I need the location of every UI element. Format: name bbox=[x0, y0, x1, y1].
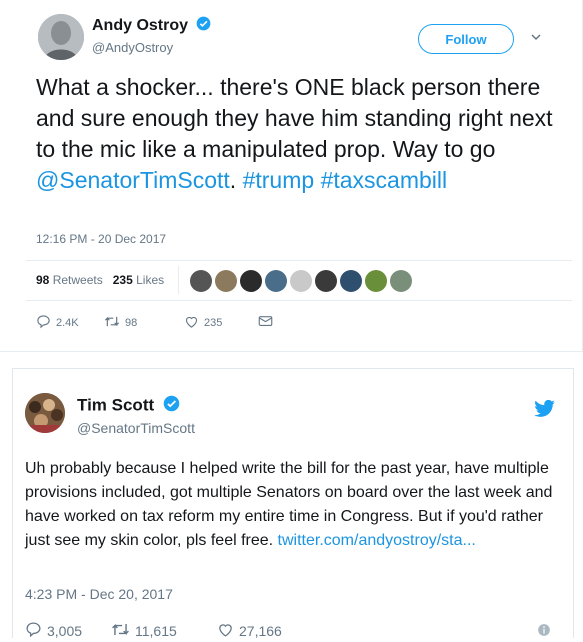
tweet-timestamp[interactable]: 4:23 PM - Dec 20, 2017 bbox=[25, 586, 173, 602]
tweet-text: Uh probably because I helped write the b… bbox=[25, 460, 553, 549]
like-button[interactable]: 235 bbox=[184, 314, 222, 332]
envelope-icon bbox=[258, 314, 273, 331]
reply-button[interactable]: 2.4K bbox=[36, 314, 79, 332]
hashtag-link-taxscambill[interactable]: #taxscambill bbox=[321, 167, 448, 193]
direct-message-button[interactable] bbox=[258, 314, 273, 331]
avatar[interactable] bbox=[25, 393, 65, 433]
chevron-down-icon[interactable] bbox=[530, 30, 542, 46]
author-name[interactable]: Andy Ostroy bbox=[92, 16, 211, 36]
avatar[interactable] bbox=[240, 270, 262, 292]
author-name-text[interactable]: Tim Scott bbox=[77, 395, 154, 414]
author-name-text[interactable]: Andy Ostroy bbox=[92, 17, 188, 34]
likes-stat[interactable]: 235 Likes bbox=[113, 273, 164, 287]
avatar[interactable] bbox=[390, 270, 412, 292]
tweet-text: What a shocker... there's ONE black pers… bbox=[36, 74, 553, 193]
divider bbox=[26, 300, 572, 301]
tweet-card-andy-ostroy: Andy Ostroy @AndyOstroy Follow What a sh… bbox=[0, 0, 583, 352]
tweet-stats: 98 Retweets 235 Likes bbox=[36, 273, 164, 287]
tweet-link[interactable]: twitter.com/andyostroy/sta... bbox=[278, 532, 476, 549]
retweet-icon bbox=[104, 314, 120, 332]
verified-icon bbox=[163, 395, 180, 417]
heart-icon bbox=[184, 314, 199, 332]
avatar[interactable] bbox=[38, 14, 84, 60]
avatar[interactable] bbox=[340, 270, 362, 292]
reply-button[interactable]: 3,005 bbox=[25, 621, 82, 641]
separator bbox=[0, 352, 583, 368]
retweets-stat[interactable]: 98 Retweets bbox=[36, 273, 103, 287]
avatar[interactable] bbox=[290, 270, 312, 292]
retweet-icon bbox=[111, 621, 130, 641]
avatar[interactable] bbox=[315, 270, 337, 292]
like-button[interactable]: 27,166 bbox=[217, 621, 282, 641]
divider bbox=[26, 260, 572, 261]
twitter-bird-icon[interactable] bbox=[534, 399, 556, 423]
reply-icon bbox=[36, 314, 51, 332]
author-name[interactable]: Tim Scott bbox=[77, 395, 180, 417]
reply-icon bbox=[25, 621, 42, 641]
avatar[interactable] bbox=[265, 270, 287, 292]
follow-button[interactable]: Follow bbox=[418, 24, 514, 54]
tweet-timestamp[interactable]: 12:16 PM - 20 Dec 2017 bbox=[36, 232, 166, 246]
avatar[interactable] bbox=[215, 270, 237, 292]
mention-link[interactable]: @SenatorTimScott bbox=[36, 167, 230, 193]
info-icon[interactable] bbox=[537, 623, 551, 642]
author-handle[interactable]: @AndyOstroy bbox=[92, 40, 173, 55]
verified-icon bbox=[196, 16, 211, 36]
retweet-button[interactable]: 98 bbox=[104, 314, 137, 332]
divider bbox=[178, 266, 179, 294]
hashtag-link-trump[interactable]: #trump bbox=[243, 167, 315, 193]
retweet-button[interactable]: 11,615 bbox=[111, 621, 177, 641]
heart-icon bbox=[217, 621, 234, 641]
avatar[interactable] bbox=[365, 270, 387, 292]
tweet-card-tim-scott: Tim Scott @SenatorTimScott Uh probably b… bbox=[12, 368, 574, 641]
author-handle[interactable]: @SenatorTimScott bbox=[77, 420, 195, 436]
avatar[interactable] bbox=[190, 270, 212, 292]
